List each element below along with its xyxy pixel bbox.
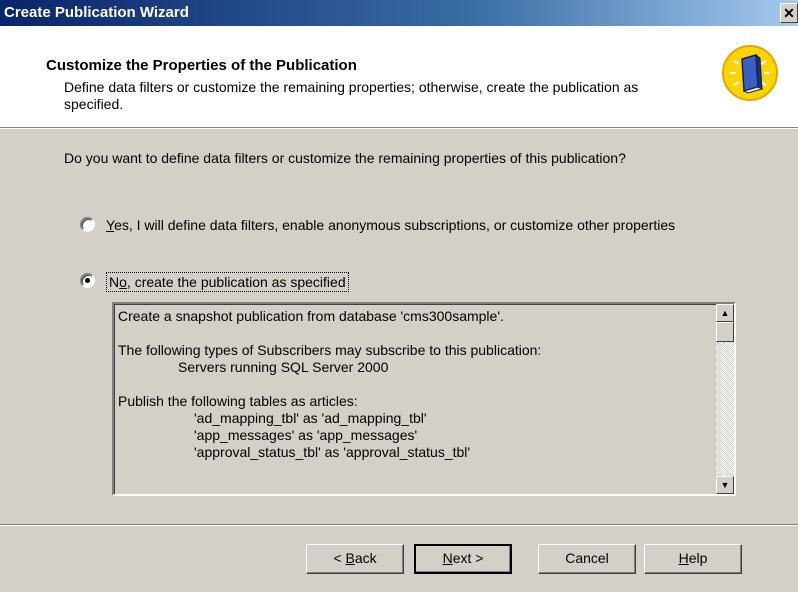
scroll-up-button[interactable]: ▲: [716, 304, 734, 322]
article-item: 'approval_status_tbl' as 'approval_statu…: [194, 444, 471, 460]
publication-book-icon: [722, 45, 778, 101]
create-as-specified-radio[interactable]: [80, 273, 95, 288]
article-item: 'app_messages' as 'app_messages': [194, 427, 418, 443]
scroll-down-button[interactable]: ▼: [716, 476, 734, 494]
window-title: Create Publication Wizard: [4, 4, 189, 21]
publication-summary-textbox[interactable]: Create a snapshot publication from datab…: [112, 302, 736, 496]
page-title: Customize the Properties of the Publicat…: [46, 57, 357, 74]
summary-content: Create a snapshot publication from datab…: [118, 308, 702, 461]
scroll-thumb[interactable]: [716, 322, 734, 342]
close-button[interactable]: ✕: [780, 3, 798, 23]
summary-line: Servers running SQL Server 2000: [178, 359, 389, 375]
summary-line: Publish the following tables as articles…: [118, 393, 358, 409]
summary-line: The following types of Subscribers may s…: [118, 342, 542, 358]
help-button[interactable]: Help: [644, 544, 742, 574]
vertical-scrollbar[interactable]: ▲ ▼: [716, 304, 734, 494]
question-text: Do you want to define data filters or cu…: [64, 150, 626, 166]
customize-radio-label[interactable]: Yes, I will define data filters, enable …: [106, 216, 716, 234]
cancel-button[interactable]: Cancel: [538, 544, 636, 574]
summary-line: Create a snapshot publication from datab…: [118, 308, 504, 324]
next-button[interactable]: Next >: [414, 544, 512, 574]
create-as-specified-radio-label[interactable]: No, create the publication as specified: [106, 272, 349, 292]
customize-radio[interactable]: [80, 217, 95, 232]
header-divider: [0, 128, 798, 129]
page-description: Define data filters or customize the rem…: [64, 79, 639, 112]
article-item: 'ad_mapping_tbl' as 'ad_mapping_tbl': [194, 410, 427, 426]
title-bar: Create Publication Wizard ✕: [0, 0, 798, 26]
back-button[interactable]: < Back: [306, 544, 404, 574]
wizard-header: Customize the Properties of the Publicat…: [0, 26, 798, 128]
